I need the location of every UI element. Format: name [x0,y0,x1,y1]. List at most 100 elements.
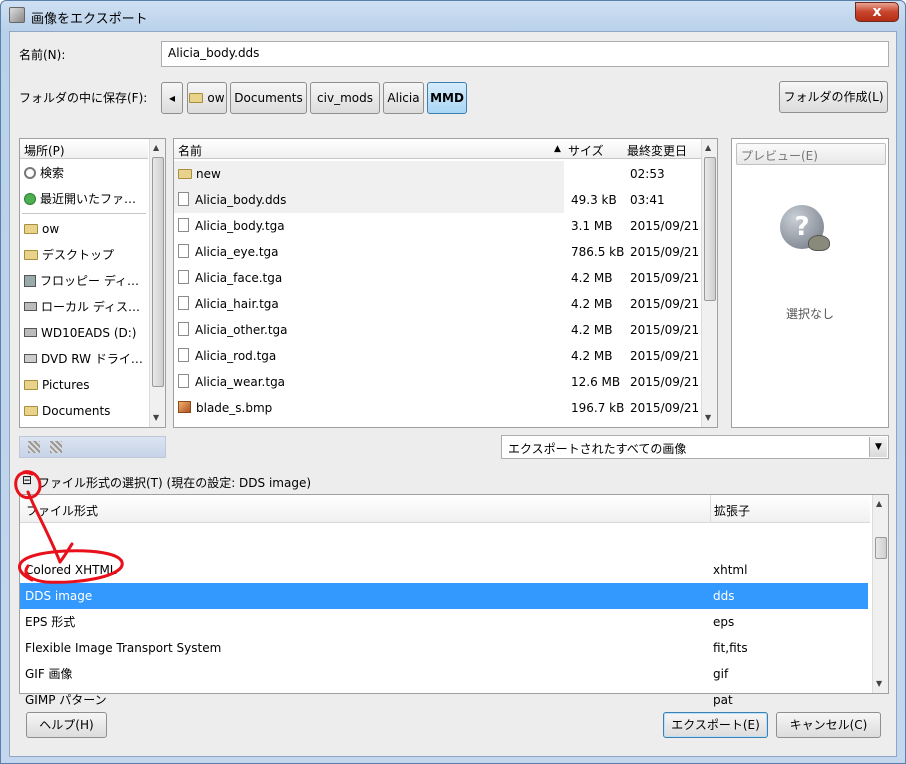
file-icon [178,270,189,284]
file-icon [178,296,189,310]
place-local-disk[interactable]: ローカル ディス… [24,295,148,319]
places-divider [22,213,146,214]
file-size-cell: 3.1 MB [571,219,613,233]
file-row[interactable]: Alicia_body.tga 3.1 MB 2015/09/21 [174,213,704,239]
filetype-scrollbar[interactable]: ▲ ▼ [872,495,888,693]
place-desktop[interactable]: デスクトップ [24,243,148,267]
dvd-icon [24,354,37,363]
filetype-row[interactable]: GIF 画像 gif [20,661,868,687]
file-size-cell: 4.2 MB [571,271,613,285]
file-row[interactable]: Alicia_wear.tga 12.6 MB 2015/09/21 [174,369,704,395]
export-dialog-window: 画像をエクスポート x 名前(N): Alicia_body.dds フォルダの… [0,0,906,764]
scroll-up-arrow[interactable]: ▲ [876,499,882,508]
folder-icon [178,169,192,179]
export-button[interactable]: エクスポート(E) [663,712,768,738]
filename-input[interactable]: Alicia_body.dds [161,41,889,67]
file-modified-cell: 2015/09/21 [630,297,700,311]
folder-icon [24,224,38,234]
title-bar[interactable]: 画像をエクスポート x [1,1,905,31]
place-ow[interactable]: ow [24,217,148,241]
place-documents[interactable]: Documents [24,399,148,423]
crumb-ow[interactable]: ow [187,82,227,114]
file-size-cell: 196.7 kB [571,401,625,415]
place-floppy[interactable]: フロッピー ディ… [24,269,148,293]
drive-icon [24,302,37,311]
scroll-up-arrow[interactable]: ▲ [153,143,159,152]
file-size-cell: 12.6 MB [571,375,621,389]
file-row[interactable]: new 02:53 [174,161,704,187]
scroll-down-arrow[interactable]: ▼ [876,679,882,688]
filetype-row-selected[interactable]: DDS image dds [20,583,868,609]
column-modified[interactable]: 最終変更日 [627,142,687,159]
file-row[interactable]: Alicia_eye.tga 786.5 kB 2015/09/21 [174,239,704,265]
close-button[interactable]: x [855,2,899,22]
floppy-icon [24,275,36,287]
scroll-down-arrow[interactable]: ▼ [153,413,159,422]
file-size-cell: 786.5 kB [571,245,625,259]
scroll-down-arrow[interactable]: ▼ [705,413,711,422]
image-file-icon [178,401,191,413]
file-icon [178,244,189,258]
file-row[interactable]: Alicia_body.dds 49.3 kB 03:41 [174,187,704,213]
filetype-row[interactable]: Colored XHTML xhtml [20,557,868,583]
name-label: 名前(N): [19,48,66,62]
file-size-cell: 49.3 kB [571,193,617,207]
file-modified-cell: 2015/09/21 [630,323,700,337]
file-row[interactable]: Alicia_other.tga 4.2 MB 2015/09/21 [174,317,704,343]
places-header[interactable]: 場所(P) [20,139,148,159]
filetype-row[interactable]: GIMP パターン pat [20,687,868,713]
path-back-button[interactable]: ◂ [161,82,183,114]
help-button[interactable]: ヘルプ(H) [26,712,107,738]
file-name-cell: Alicia_body.dds [178,187,286,213]
filetype-format-cell: GIF 画像 [25,667,73,681]
filetype-row[interactable]: EPS 形式 eps [20,609,868,635]
file-row[interactable]: Alicia_face.tga 4.2 MB 2015/09/21 [174,265,704,291]
window-title: 画像をエクスポート [31,12,148,27]
place-dvd[interactable]: DVD RW ドライ… [24,347,148,371]
file-row[interactable]: Alicia_hair.tga 4.2 MB 2015/09/21 [174,291,704,317]
column-extension[interactable]: 拡張子 [714,502,750,519]
add-bookmark-icon[interactable] [28,441,40,453]
folder-icon [189,93,204,103]
remove-bookmark-icon[interactable] [50,441,62,453]
place-recent[interactable]: 最近開いたファ… [24,187,148,211]
file-list-scrollbar[interactable]: ▲ ▼ [701,139,717,427]
filetype-list: ファイル形式 拡張子 Colored XHTML xhtml DDS image dd… [19,494,889,707]
red-annotation-scribble [14,470,124,584]
scroll-up-arrow[interactable]: ▲ [705,143,711,152]
column-size[interactable]: サイズ [568,142,604,159]
cancel-button[interactable]: キャンセル(C) [776,712,881,738]
place-search[interactable]: 検索 [24,161,148,185]
crumb-alicia[interactable]: Alicia [383,82,424,114]
dialog-body: 名前(N): Alicia_body.dds フォルダの中に保存(F): ◂ o… [9,31,897,757]
row-bg [174,161,564,187]
file-row[interactable]: Alicia_rod.tga 4.2 MB 2015/09/21 [174,343,704,369]
filetype-scroll-thumb[interactable] [875,537,887,559]
filetype-ext-cell: gif [713,667,729,681]
column-name[interactable]: 名前 [178,142,202,159]
search-icon [24,167,36,179]
create-folder-button[interactable]: フォルダの作成(L) [779,81,888,113]
place-wd10eads[interactable]: WD10EADS (D:) [24,321,148,345]
places-scroll-thumb[interactable] [152,157,164,387]
file-modified-cell: 2015/09/21 [630,401,700,415]
place-pictures[interactable]: Pictures [24,373,148,397]
crumb-civ-mods[interactable]: civ_mods [310,82,380,114]
file-list-scroll-thumb[interactable] [704,157,716,301]
filetype-row[interactable]: Flexible Image Transport System fit,fits [20,635,868,661]
sort-ascending-icon: ▲ [554,144,561,154]
preview-empty-text: 選択なし [786,307,835,321]
file-filter-dropdown[interactable]: エクスポートされたすべての画像 ▼ [501,435,889,459]
crumb-mmd[interactable]: MMD [427,82,467,114]
places-scrollbar[interactable]: ▲ ▼ [149,139,165,427]
chevron-down-icon[interactable]: ▼ [869,437,887,457]
folder-icon [24,250,38,260]
file-list-header: 名前 ▲ サイズ 最終変更日 [174,139,704,159]
gimp-mascot-icon [808,235,830,251]
preview-header[interactable]: プレビュー(E) [736,143,886,165]
file-row[interactable]: blade_s.bmp 196.7 kB 2015/09/21 [174,395,704,421]
crumb-documents[interactable]: Documents [230,82,307,114]
drive-icon [24,328,37,337]
file-list-panel: 名前 ▲ サイズ 最終変更日 new 02:53 Alicia_body.dds 49… [173,138,718,428]
filetype-ext-cell: eps [713,615,735,629]
